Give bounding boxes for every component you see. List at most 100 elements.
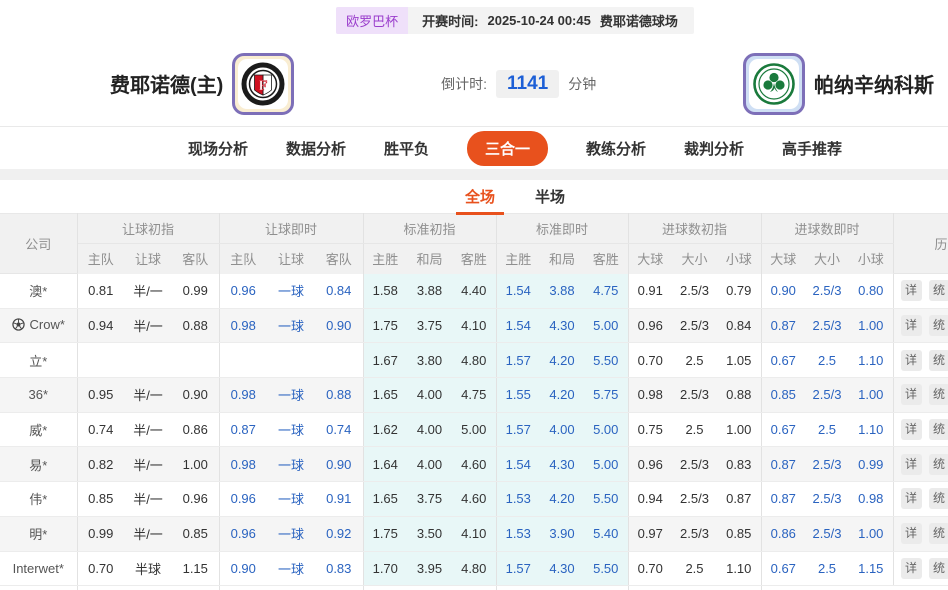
odds-goals_initial-2: 0.88: [717, 378, 761, 413]
odds-handicap_live-0: 0.96: [219, 516, 267, 551]
detail-button[interactable]: 详: [901, 419, 922, 440]
odds-goals_initial-1: 2.5/3: [672, 516, 717, 551]
bookmaker-cell: 明*: [0, 516, 77, 551]
sub-col-header: 主胜: [363, 244, 407, 274]
nav-tab-data-analysis[interactable]: 数据分析: [286, 138, 346, 159]
nav-tab-three-in-one[interactable]: 三合一: [467, 131, 548, 166]
odds-handicap_initial-0: 0.99: [77, 516, 124, 551]
odds-handicap_live-1: 一球: [267, 482, 315, 517]
odds-handicap_live-1: 一球: [267, 447, 315, 482]
odds-handicap_live-1: 一球: [267, 308, 315, 343]
odds-standard_live-1: 4.30: [540, 447, 584, 482]
odds-goals_live-1: 2.5/3: [805, 516, 849, 551]
odds-handicap_initial-2: 0.86: [172, 412, 219, 447]
odds-handicap_live-2: 0.83: [315, 551, 363, 586]
detail-button[interactable]: 详: [901, 315, 922, 336]
detail-button[interactable]: 详: [901, 384, 922, 405]
odds-goals_initial-2: 0.87: [717, 482, 761, 517]
odds-standard_live-0: 1.57: [496, 412, 540, 447]
detail-button[interactable]: 详: [901, 454, 922, 475]
odds-handicap_live-2: 0.91: [315, 482, 363, 517]
odds-goals_live-2: 0.80: [849, 274, 893, 309]
odds-handicap_initial-1: 半/一: [124, 412, 172, 447]
odds-standard_initial-1: 4.00: [407, 378, 452, 413]
stats-button[interactable]: 统: [929, 384, 948, 405]
svg-text:F: F: [259, 78, 268, 94]
odds-standard_initial-0: 1.70: [363, 551, 407, 586]
odds-row: 36*0.95半/一0.900.98一球0.881.654.004.751.55…: [0, 378, 948, 413]
odds-standard_live-1: 4.00: [540, 412, 584, 447]
nav-tab-live-analysis[interactable]: 现场分析: [188, 138, 248, 159]
subtab-full-match[interactable]: 全场: [463, 181, 497, 212]
odds-standard_initial-1: 3.75: [407, 308, 452, 343]
odds-handicap_initial-1: 半球: [124, 551, 172, 586]
stats-button[interactable]: 统: [929, 419, 948, 440]
odds-goals_initial-0: 0.70: [628, 551, 672, 586]
nav-tab-referee-analysis[interactable]: 裁判分析: [684, 138, 744, 159]
stats-button[interactable]: 统: [929, 488, 948, 509]
detail-button[interactable]: 详: [901, 350, 922, 371]
odds-standard_initial-1: 3.75: [407, 482, 452, 517]
bookmaker-name: Interwet*: [13, 561, 64, 576]
odds-handicap_initial-0: [77, 343, 124, 378]
venue: 费耶诺德球场: [600, 11, 678, 30]
detail-button[interactable]: 详: [901, 558, 922, 579]
nav-tab-win-draw-lose[interactable]: 胜平负: [384, 138, 429, 159]
odds-handicap_initial-0: 0.81: [77, 274, 124, 309]
odds-goals_live-2: 1.15: [849, 551, 893, 586]
bookmaker-name: Crow*: [30, 317, 65, 332]
away-team: 帕纳辛纳科斯: [743, 53, 934, 115]
odds-handicap_live-2: 0.88: [315, 378, 363, 413]
odds-handicap_initial-2: 1.15: [172, 551, 219, 586]
odds-goals_live-0: 0.87: [761, 447, 805, 482]
odds-goals_initial-1: 2.5/3: [672, 274, 717, 309]
col-header-history: 历: [893, 214, 948, 274]
odds-goals_live-1: 2.5: [805, 343, 849, 378]
page: 欧罗巴杯 开赛时间: 2025-10-24 00:45 费耶诺德球场 费耶诺德(…: [0, 0, 948, 590]
odds-handicap_live-2: 0.92: [315, 516, 363, 551]
top-strip: 欧罗巴杯 开赛时间: 2025-10-24 00:45 费耶诺德球场: [0, 0, 948, 41]
odds-goals_initial-1: 2.5/3: [672, 482, 717, 517]
odds-handicap_initial-1: 半/一: [124, 378, 172, 413]
col-group-handicap-initial: 让球初指: [77, 214, 219, 244]
sub-col-header: 让球: [124, 244, 172, 274]
odds-goals_initial-0: 0.91: [628, 274, 672, 309]
stats-button[interactable]: 统: [929, 558, 948, 579]
odds-standard_live-1: 4.20: [540, 482, 584, 517]
odds-goals_live-1: 2.5/3: [805, 378, 849, 413]
stats-button[interactable]: 统: [929, 315, 948, 336]
stats-button[interactable]: 统: [929, 350, 948, 371]
sub-col-header: 让球: [267, 244, 315, 274]
stats-button[interactable]: 统: [929, 280, 948, 301]
odds-standard_live-2: 5.50: [584, 482, 628, 517]
bookmaker-name: 明*: [29, 527, 47, 542]
odds-handicap_live-2: 0.90: [315, 447, 363, 482]
odds-handicap_initial-2: 0.96: [172, 482, 219, 517]
col-group-goals-live: 进球数即时: [761, 214, 893, 244]
row-actions: 详统: [893, 343, 948, 378]
odds-standard_initial-1: 3.80: [407, 343, 452, 378]
detail-button[interactable]: 详: [901, 488, 922, 509]
detail-button[interactable]: 详: [901, 280, 922, 301]
odds-standard_initial-2: 4.60: [452, 447, 496, 482]
odds-goals_live-1: 2.5/3: [805, 482, 849, 517]
bookmaker-cell: Crow*: [0, 308, 77, 343]
odds-goals_live-0: 0.85: [761, 378, 805, 413]
stats-button[interactable]: 统: [929, 523, 948, 544]
sub-col-header: 大小: [672, 244, 717, 274]
odds-standard_live-0: 1.55: [496, 378, 540, 413]
odds-handicap_live-0: 0.96: [219, 482, 267, 517]
odds-standard_live-2: 5.00: [584, 308, 628, 343]
nav-tab-expert-picks[interactable]: 高手推荐: [782, 138, 842, 159]
sub-col-header: 主队: [77, 244, 124, 274]
countdown-unit: 分钟: [568, 74, 596, 94]
odds-handicap_live-2: 0.84: [315, 274, 363, 309]
odds-standard_live-2: 5.75: [584, 378, 628, 413]
odds-handicap_live-0: 0.87: [219, 412, 267, 447]
odds-table-header: 公司 让球初指 让球即时 标准初指 标准即时 进球数初指 进球数即时 历 主队 …: [0, 214, 948, 274]
subtab-half-match[interactable]: 半场: [533, 181, 567, 212]
sub-col-header: 客胜: [584, 244, 628, 274]
stats-button[interactable]: 统: [929, 454, 948, 475]
nav-tab-coach-analysis[interactable]: 教练分析: [586, 138, 646, 159]
detail-button[interactable]: 详: [901, 523, 922, 544]
